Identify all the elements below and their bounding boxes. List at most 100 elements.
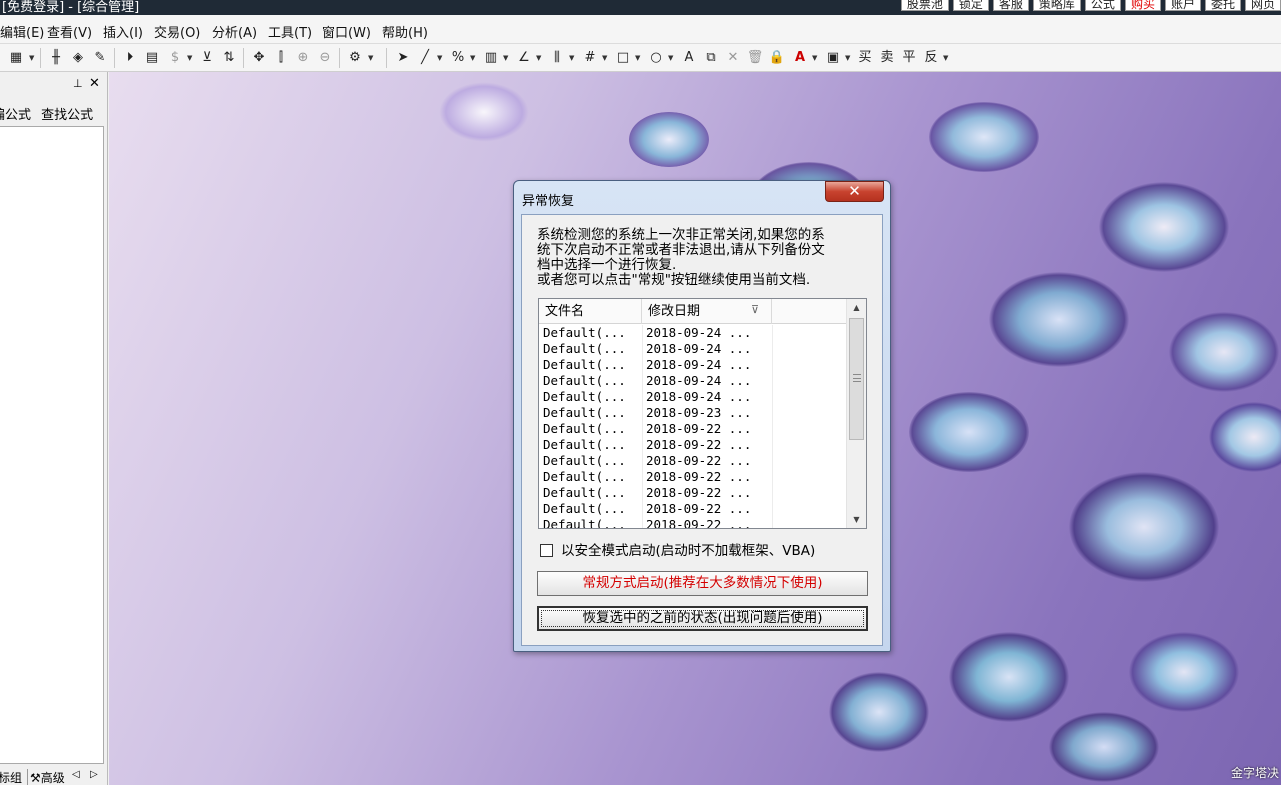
chevron-down-icon[interactable]: ▼ xyxy=(29,51,37,65)
chevron-down-icon[interactable]: ▼ xyxy=(437,51,445,65)
font-color-icon[interactable]: A xyxy=(790,48,810,68)
chevron-down-icon[interactable]: ▼ xyxy=(602,51,610,65)
flat-icon[interactable]: 平 xyxy=(899,48,919,68)
list-item[interactable]: Default(... 2018-09-22 ... xyxy=(539,517,846,528)
tab-find-formula[interactable]: 查找公式 xyxy=(41,108,93,123)
list-item[interactable]: Default(... 2018-09-24 ... xyxy=(539,373,846,389)
chevron-down-icon[interactable]: ▼ xyxy=(668,51,676,65)
list-item[interactable]: Default(... 2018-09-22 ... xyxy=(539,501,846,517)
reverse-icon[interactable]: 反 xyxy=(921,48,941,68)
menu-analysis[interactable]: 分析(A) xyxy=(212,22,257,41)
chevron-down-icon[interactable]: ▼ xyxy=(470,51,478,65)
bars-icon[interactable]: ▥ xyxy=(481,48,501,68)
lock-button[interactable]: 锁定 xyxy=(952,0,989,11)
menu-trade[interactable]: 交易(O) xyxy=(154,22,200,41)
percent-icon[interactable]: % xyxy=(448,48,468,68)
list-item[interactable]: Default(... 2018-09-22 ... xyxy=(539,421,846,437)
line-tool-icon[interactable]: ╱ xyxy=(415,48,435,68)
delete-x-icon[interactable]: ✕ xyxy=(723,48,743,68)
dialog-close-button[interactable]: ✕ xyxy=(825,181,884,202)
menu-view[interactable]: 查看(V) xyxy=(47,22,92,41)
normal-start-button[interactable]: 常规方式启动(推荐在大多数情况下使用) xyxy=(537,571,868,596)
list-item[interactable]: Default(... 2018-09-22 ... xyxy=(539,437,846,453)
copy-icon[interactable]: ⧉ xyxy=(701,48,721,68)
text-tool-icon[interactable]: A xyxy=(679,48,699,68)
channel-icon[interactable]: ⫼ xyxy=(547,48,567,68)
diamond-icon[interactable]: ◈ xyxy=(68,48,88,68)
formula-button[interactable]: 公式 xyxy=(1084,0,1121,11)
safe-mode-checkbox[interactable] xyxy=(540,544,553,557)
formula-tree[interactable] xyxy=(0,126,104,764)
menu-bar: 编辑(E) 查看(V) 插入(I) 交易(O) 分析(A) 工具(T) 窗口(W… xyxy=(0,15,1281,44)
menu-tools[interactable]: 工具(T) xyxy=(268,22,312,41)
zoom-in-icon[interactable]: ⊕ xyxy=(293,48,313,68)
tab-scroll-right-icon[interactable]: ▷ xyxy=(90,769,98,780)
restore-state-button[interactable]: 恢复选中的之前的状态(出现问题后使用) xyxy=(537,606,868,631)
grid-icon[interactable]: # xyxy=(580,48,600,68)
chevron-down-icon[interactable]: ▼ xyxy=(368,51,376,65)
scroll-thumb[interactable] xyxy=(849,318,864,440)
list-scrollbar[interactable]: ▲ ▼ xyxy=(846,299,866,528)
rectangle-icon[interactable]: □ xyxy=(613,48,633,68)
support-button[interactable]: 客服 xyxy=(992,0,1029,11)
list-item[interactable]: Default(... 2018-09-22 ... xyxy=(539,485,846,501)
list-item[interactable]: Default(... 2018-09-22 ... xyxy=(539,469,846,485)
edit-icon[interactable]: ✎ xyxy=(90,48,110,68)
strategy-library-button[interactable]: 策略库 xyxy=(1032,0,1081,11)
scroll-down-icon[interactable]: ▼ xyxy=(847,511,866,528)
account-button[interactable]: 账户 xyxy=(1164,0,1201,11)
menu-edit[interactable]: 编辑(E) xyxy=(0,22,44,41)
chevron-down-icon[interactable]: ▼ xyxy=(812,51,820,65)
play-icon[interactable]: ⏵ xyxy=(120,48,140,68)
chevron-down-icon[interactable]: ▼ xyxy=(569,51,577,65)
move-icon[interactable]: ✥ xyxy=(249,48,269,68)
document-icon[interactable]: ▤ xyxy=(142,48,162,68)
filter-icon[interactable]: ⊻ xyxy=(197,48,217,68)
save-icon[interactable]: ▣ xyxy=(823,48,843,68)
list-item[interactable]: Default(... 2018-09-24 ... xyxy=(539,389,846,405)
zoom-out-icon[interactable]: ⊖ xyxy=(315,48,335,68)
stock-pool-button[interactable]: 股票池 xyxy=(900,0,949,11)
chevron-down-icon[interactable]: ▼ xyxy=(943,51,951,65)
buy-icon[interactable]: 买 xyxy=(855,48,875,68)
scroll-up-icon[interactable]: ▲ xyxy=(847,299,866,316)
list-item[interactable]: Default(... 2018-09-22 ... xyxy=(539,453,846,469)
chevron-down-icon[interactable]: ▼ xyxy=(503,51,511,65)
chevron-down-icon[interactable]: ▼ xyxy=(187,51,195,65)
pin-icon[interactable]: ⊥ xyxy=(73,77,83,90)
list-item[interactable]: Default(... 2018-09-24 ... xyxy=(539,325,846,341)
tab-advanced[interactable]: ⚒高级 xyxy=(27,769,65,785)
menu-window[interactable]: 窗口(W) xyxy=(322,22,371,41)
menu-insert[interactable]: 插入(I) xyxy=(103,22,143,41)
tab-edit-formula[interactable]: 编公式 xyxy=(0,108,31,123)
cursor-arrow-icon[interactable]: ➤ xyxy=(393,48,413,68)
lock-icon[interactable]: 🔒 xyxy=(767,48,787,68)
exchange-icon[interactable]: ⇅ xyxy=(219,48,239,68)
sell-icon[interactable]: 卖 xyxy=(877,48,897,68)
chevron-down-icon[interactable]: ▼ xyxy=(635,51,643,65)
dollar-icon[interactable]: $ xyxy=(165,48,185,68)
column-header-filename[interactable]: 文件名 xyxy=(539,299,642,324)
menu-help[interactable]: 帮助(H) xyxy=(382,22,428,41)
list-item[interactable]: Default(... 2018-09-24 ... xyxy=(539,341,846,357)
web-button[interactable]: 网页 xyxy=(1244,0,1281,11)
buy-button[interactable]: 购买 xyxy=(1124,0,1161,11)
recovery-dialog: 异常恢复 ✕ 系统检测您的系统上一次非正常关闭,如果您的系 统下次启动不正常或者… xyxy=(513,180,891,652)
gear-icon[interactable]: ⚙ xyxy=(345,48,365,68)
order-button[interactable]: 委托 xyxy=(1204,0,1241,11)
safe-mode-option[interactable]: 以安全模式启动(启动时不加载框架、VBA) xyxy=(540,539,815,559)
list-item[interactable]: Default(... 2018-09-24 ... xyxy=(539,357,846,373)
chevron-down-icon[interactable]: ▼ xyxy=(845,51,853,65)
list-item[interactable]: Default(... 2018-09-23 ... xyxy=(539,405,846,421)
tab-group[interactable]: 标组 xyxy=(0,769,22,785)
backup-file-list[interactable]: 文件名 修改日期 ⊽ Default(... 2018-09-24 ... Defa… xyxy=(538,298,867,529)
candlestick-icon[interactable]: ╫ xyxy=(46,48,66,68)
trash-icon[interactable]: 🗑 xyxy=(745,48,765,68)
angle-icon[interactable]: ∠ xyxy=(514,48,534,68)
circle-icon[interactable]: ○ xyxy=(646,48,666,68)
tab-scroll-left-icon[interactable]: ◁ xyxy=(72,769,80,780)
layout-grid-icon[interactable]: ▦ xyxy=(6,48,26,68)
close-icon[interactable]: ✕ xyxy=(89,76,100,91)
ruler-icon[interactable]: ⫿ xyxy=(271,48,291,68)
chevron-down-icon[interactable]: ▼ xyxy=(536,51,544,65)
